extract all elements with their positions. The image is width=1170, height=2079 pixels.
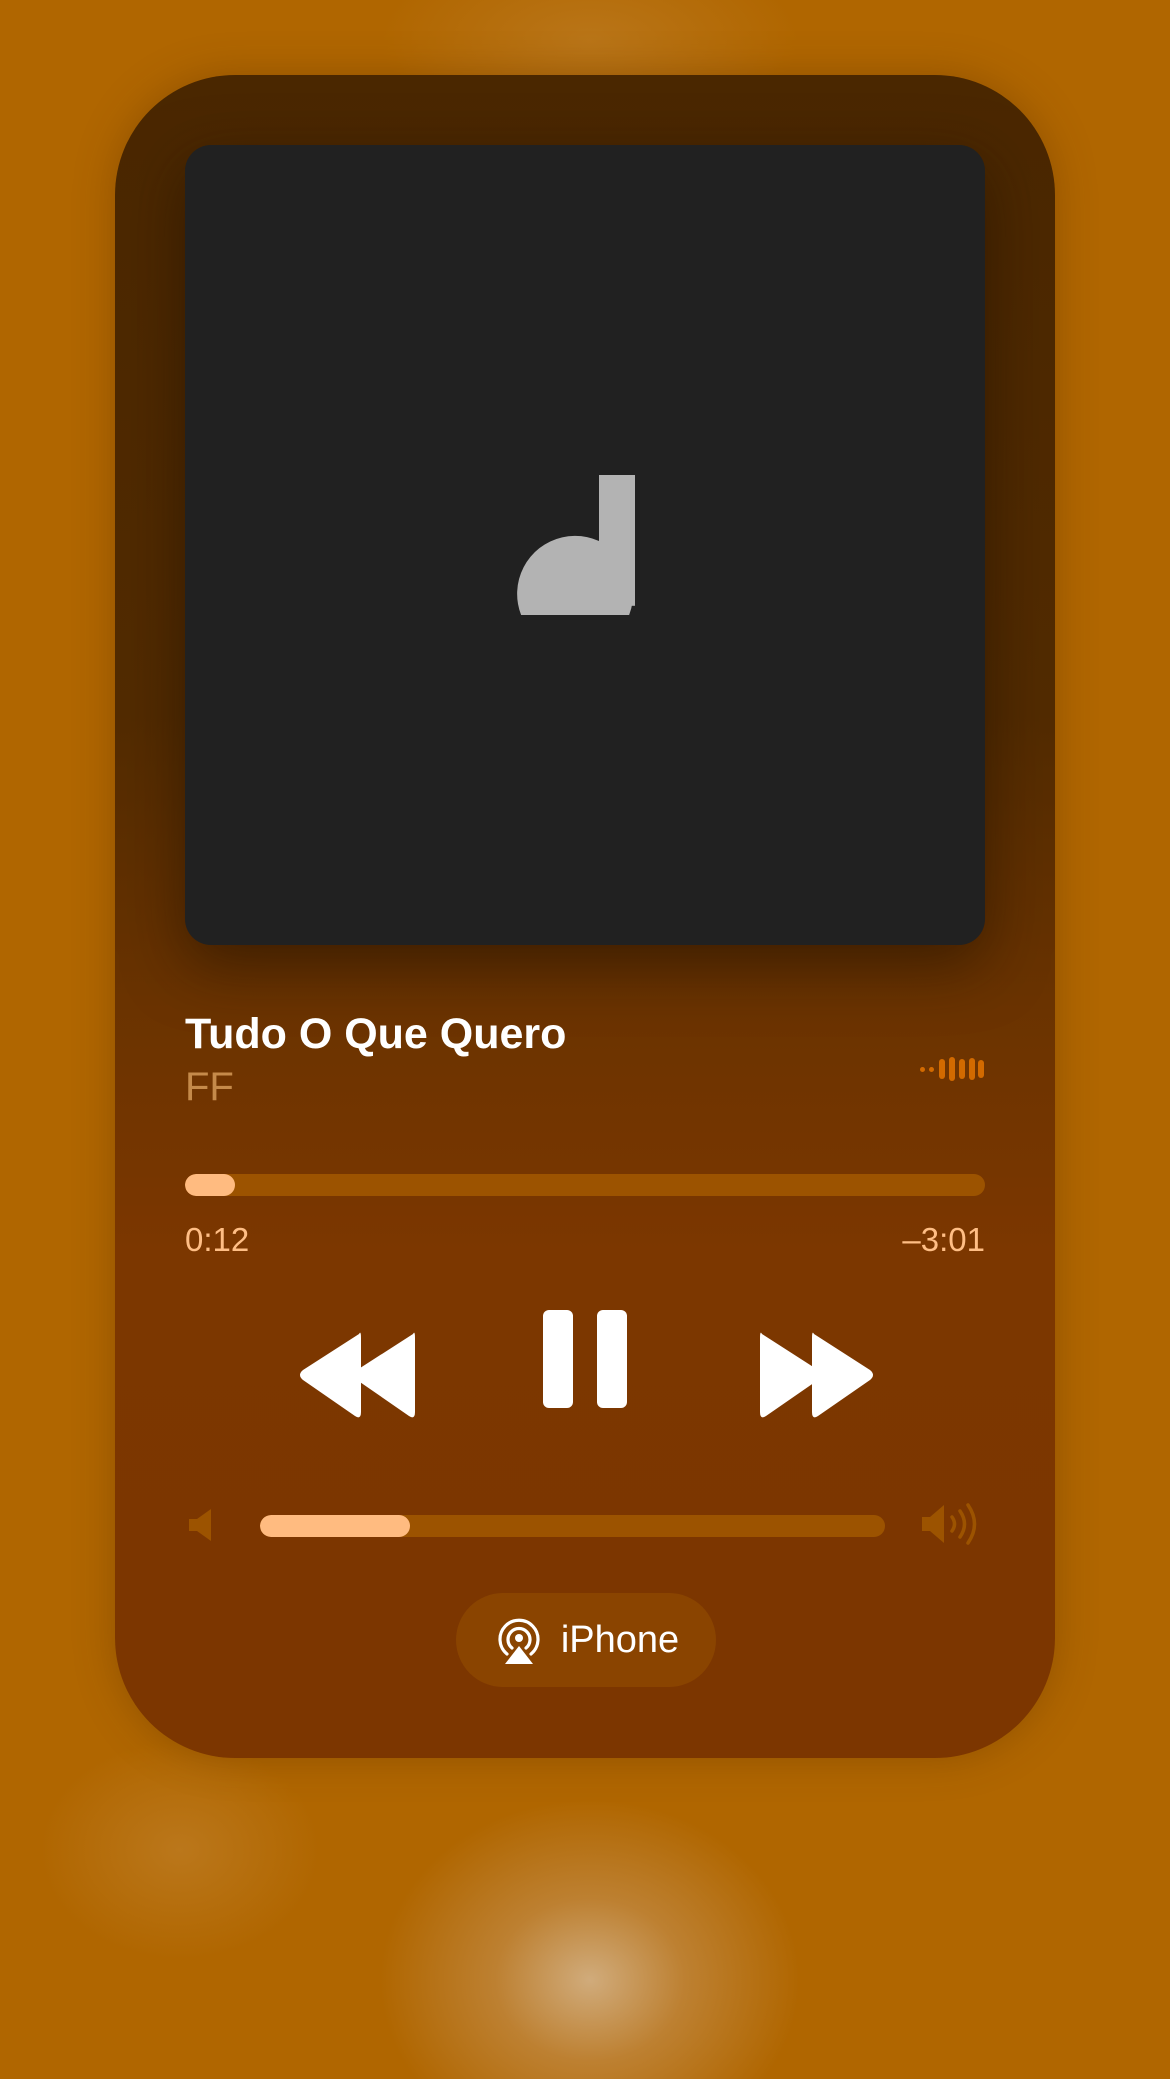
volume-level-fill — [260, 1515, 410, 1537]
rewind-icon — [300, 1332, 415, 1418]
music-note-icon — [517, 475, 635, 615]
waveform-icon — [920, 1057, 984, 1081]
pause-icon — [543, 1310, 627, 1408]
remaining-time: –3:01 — [902, 1221, 985, 1258]
airplay-icon — [498, 1618, 540, 1664]
artist-name[interactable]: FF — [185, 1065, 234, 1110]
airplay-output-button[interactable]: iPhone — [456, 1593, 716, 1687]
pause-button[interactable] — [535, 1300, 635, 1430]
forward-button[interactable] — [750, 1320, 880, 1430]
fast-forward-icon — [760, 1332, 873, 1418]
playback-scrubber[interactable] — [185, 1174, 985, 1196]
background-glow-bottom — [380, 1800, 800, 2079]
rewind-button[interactable] — [295, 1320, 425, 1430]
now-playing-card: Tudo O Que Quero FF 0:12 –3:01 iPhone — [115, 75, 1055, 1758]
playback-progress-fill — [185, 1174, 236, 1196]
song-title[interactable]: Tudo O Que Quero — [185, 1010, 566, 1059]
elapsed-time: 0:12 — [185, 1221, 250, 1258]
speaker-high-icon — [922, 1503, 977, 1545]
volume-slider[interactable] — [260, 1515, 885, 1537]
output-device-label: iPhone — [560, 1618, 680, 1661]
album-artwork[interactable] — [185, 145, 985, 945]
speaker-low-icon — [189, 1509, 211, 1541]
background-glow-left — [40, 1740, 320, 1960]
